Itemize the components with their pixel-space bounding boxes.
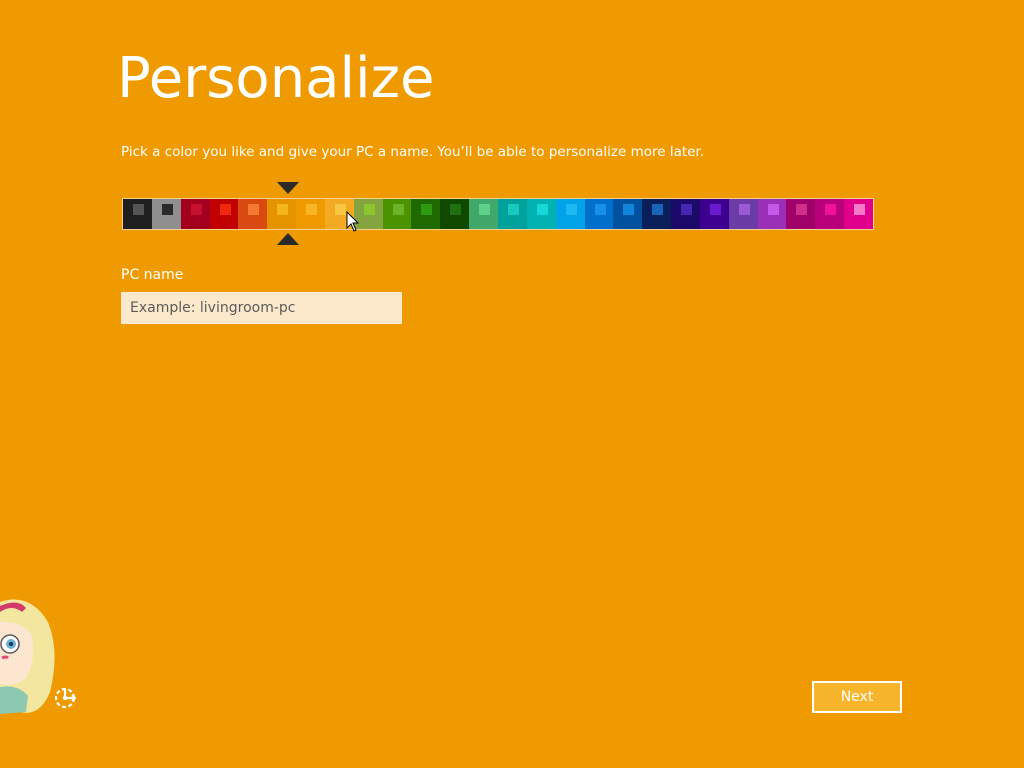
page-title: Personalize — [117, 46, 435, 111]
color-swatch-13[interactable] — [469, 199, 498, 229]
color-swatch-chip — [652, 204, 664, 215]
color-swatch-11[interactable] — [411, 199, 441, 229]
color-swatch-25[interactable] — [815, 199, 845, 229]
color-swatch-chip — [392, 204, 404, 215]
color-swatch-chip — [825, 204, 837, 215]
color-swatch-chip — [854, 204, 866, 215]
cartoon-character-icon — [0, 599, 55, 714]
color-swatch-10[interactable] — [382, 199, 412, 229]
personalize-page: Personalize Pick a color you like and gi… — [0, 0, 1024, 768]
color-swatch-chip — [767, 204, 779, 215]
color-swatch-chip — [133, 204, 144, 215]
color-swatch-7[interactable] — [296, 199, 325, 229]
color-palette — [122, 198, 874, 230]
color-swatch-14[interactable] — [497, 199, 527, 229]
color-swatch-chip — [161, 204, 173, 215]
color-swatch-24[interactable] — [786, 199, 816, 229]
color-swatch-chip — [623, 204, 635, 215]
color-swatch-chip — [277, 204, 289, 215]
color-swatch-3[interactable] — [180, 199, 210, 229]
color-swatch-17[interactable] — [584, 199, 614, 229]
color-swatch-21[interactable] — [699, 199, 729, 229]
color-swatch-chip — [796, 204, 808, 215]
color-swatch-22[interactable] — [728, 199, 758, 229]
selected-color-marker-top — [277, 182, 299, 194]
color-swatch-9[interactable] — [353, 199, 383, 229]
color-swatch-16[interactable] — [555, 199, 585, 229]
color-swatch-6[interactable] — [267, 199, 297, 229]
color-swatch-15[interactable] — [526, 199, 556, 229]
color-swatch-chip — [450, 204, 462, 215]
color-swatch-19[interactable] — [642, 199, 672, 229]
color-swatch-5[interactable] — [238, 199, 268, 229]
color-swatch-chip — [565, 204, 577, 215]
color-swatch-chip — [536, 204, 548, 215]
color-swatch-chip — [594, 204, 606, 215]
color-swatch-chip — [738, 204, 750, 215]
color-swatch-chip — [479, 204, 491, 215]
color-swatch-chip — [219, 204, 231, 215]
pc-name-label: PC name — [121, 267, 184, 283]
color-swatch-chip — [681, 204, 693, 215]
color-swatch-1[interactable] — [123, 199, 152, 229]
instructions-text: Pick a color you like and give your PC a… — [121, 144, 705, 160]
color-swatch-12[interactable] — [440, 199, 470, 229]
color-swatch-chip — [334, 204, 346, 215]
color-swatch-4[interactable] — [209, 199, 239, 229]
color-swatch-chip — [363, 204, 375, 215]
color-swatch-26[interactable] — [844, 199, 873, 229]
selected-color-marker-bottom — [277, 233, 299, 245]
next-button[interactable]: Next — [812, 681, 902, 713]
color-swatch-18[interactable] — [613, 199, 643, 229]
color-swatch-chip — [248, 204, 260, 215]
color-swatch-chip — [507, 204, 519, 215]
pc-name-input[interactable] — [121, 292, 402, 324]
color-swatch-8[interactable] — [324, 199, 354, 229]
color-swatch-chip — [306, 204, 318, 215]
color-swatch-chip — [190, 204, 202, 215]
color-swatch-20[interactable] — [671, 199, 700, 229]
color-swatch-chip — [421, 204, 433, 215]
ease-of-access-icon[interactable] — [52, 684, 80, 712]
color-swatch-chip — [709, 204, 721, 215]
color-swatch-2[interactable] — [151, 199, 181, 229]
color-swatch-23[interactable] — [757, 199, 787, 229]
